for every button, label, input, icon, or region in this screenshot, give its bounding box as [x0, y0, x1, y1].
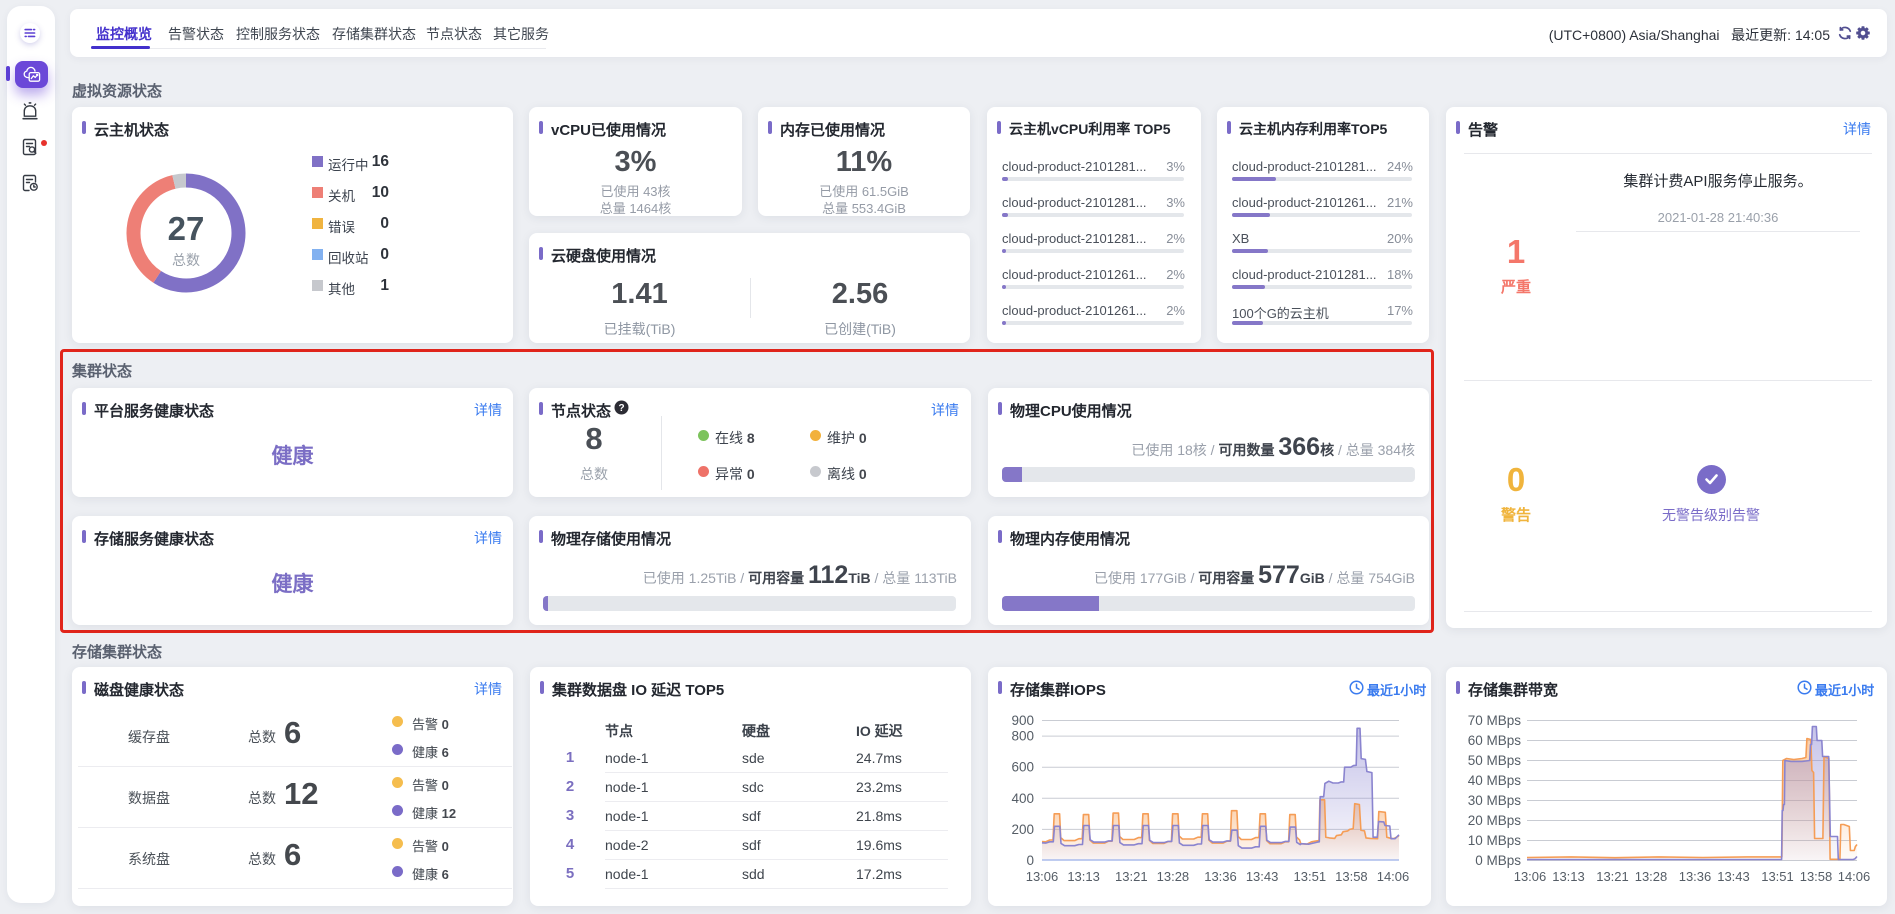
- svg-text:?: ?: [618, 403, 624, 414]
- svg-text:10 MBps: 10 MBps: [1468, 833, 1522, 848]
- svg-text:30 MBps: 30 MBps: [1468, 793, 1522, 808]
- svg-text:50 MBps: 50 MBps: [1468, 753, 1522, 768]
- svg-text:800: 800: [1011, 729, 1034, 744]
- svg-text:13:06: 13:06: [1514, 869, 1547, 884]
- svg-text:200: 200: [1011, 822, 1034, 837]
- svg-text:40 MBps: 40 MBps: [1468, 773, 1522, 788]
- svg-text:0 MBps: 0 MBps: [1475, 853, 1521, 868]
- svg-text:900: 900: [1011, 713, 1034, 728]
- svg-text:13:51: 13:51: [1761, 869, 1794, 884]
- svg-text:14:06: 14:06: [1838, 869, 1871, 884]
- svg-text:13:36: 13:36: [1679, 869, 1712, 884]
- svg-text:400: 400: [1011, 791, 1034, 806]
- svg-text:60 MBps: 60 MBps: [1468, 733, 1522, 748]
- svg-text:13:51: 13:51: [1294, 869, 1327, 884]
- svg-text:13:13: 13:13: [1552, 869, 1585, 884]
- svg-text:13:28: 13:28: [1635, 869, 1668, 884]
- svg-text:13:36: 13:36: [1204, 869, 1237, 884]
- svg-text:70 MBps: 70 MBps: [1468, 713, 1522, 728]
- svg-text:13:43: 13:43: [1717, 869, 1750, 884]
- svg-text:13:06: 13:06: [1026, 869, 1059, 884]
- svg-text:13:58: 13:58: [1335, 869, 1368, 884]
- svg-text:0: 0: [1026, 853, 1034, 868]
- svg-text:13:43: 13:43: [1246, 869, 1279, 884]
- svg-text:13:13: 13:13: [1067, 869, 1100, 884]
- svg-text:13:21: 13:21: [1115, 869, 1148, 884]
- svg-text:20 MBps: 20 MBps: [1468, 813, 1522, 828]
- svg-text:14:06: 14:06: [1377, 869, 1410, 884]
- svg-text:600: 600: [1011, 760, 1034, 775]
- svg-text:13:21: 13:21: [1596, 869, 1629, 884]
- svg-text:13:28: 13:28: [1157, 869, 1190, 884]
- svg-text:13:58: 13:58: [1800, 869, 1833, 884]
